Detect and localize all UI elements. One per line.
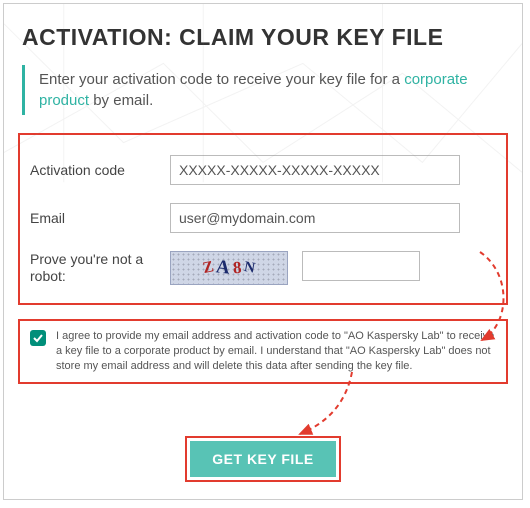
intro-text-after: by email. xyxy=(89,92,153,109)
captcha-input[interactable] xyxy=(302,251,420,281)
check-icon xyxy=(33,333,43,343)
captcha-image: Z A 8 N xyxy=(170,251,288,285)
form-highlight-box: Activation code Email Prove you're not a… xyxy=(18,133,508,305)
captcha-glyph: A xyxy=(215,256,232,279)
captcha-label: Prove you're not a robot: xyxy=(30,251,170,285)
get-key-file-button[interactable]: GET KEY FILE xyxy=(190,441,335,477)
activation-code-input[interactable] xyxy=(170,155,460,185)
intro-text-before: Enter your activation code to receive yo… xyxy=(39,71,404,88)
consent-checkbox[interactable] xyxy=(30,330,46,346)
page-title: ACTIVATION: CLAIM YOUR KEY FILE xyxy=(22,24,504,51)
email-input[interactable] xyxy=(170,203,460,233)
email-label: Email xyxy=(30,210,170,227)
intro-block: Enter your activation code to receive yo… xyxy=(22,65,504,115)
consent-highlight-box: I agree to provide my email address and … xyxy=(18,319,508,384)
consent-text: I agree to provide my email address and … xyxy=(56,329,496,374)
activation-code-label: Activation code xyxy=(30,162,170,179)
button-highlight-box: GET KEY FILE xyxy=(185,436,340,482)
captcha-glyph: N xyxy=(242,259,257,278)
